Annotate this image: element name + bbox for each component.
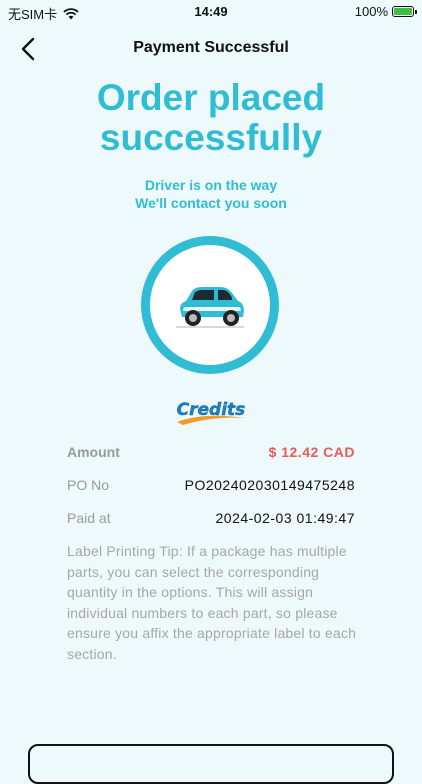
credits-logo: Credits [173, 398, 249, 433]
amount-row: Amount $ 12.42 CAD [67, 444, 355, 464]
paid-row: Paid at 2024-02-03 01:49:47 [67, 510, 355, 530]
car-icon [176, 287, 244, 328]
status-right: 100% [354, 4, 417, 19]
amount-value: $ 12.42 CAD [268, 444, 355, 460]
amount-label: Amount [67, 444, 120, 460]
label-printing-tip: Label Printing Tip: If a package has mul… [67, 543, 357, 662]
po-value: PO202402030149475248 [184, 477, 355, 493]
po-row: PO No PO202402030149475248 [67, 477, 355, 497]
battery-percent: 100% [354, 4, 388, 19]
po-label: PO No [67, 477, 110, 493]
svg-text:Credits: Credits [177, 400, 246, 420]
car-illustration-ring [141, 236, 279, 374]
success-headline: Order placed successfully [0, 78, 422, 158]
paid-label: Paid at [67, 510, 111, 526]
nav-bar: Payment Successful [0, 32, 422, 66]
contact-text: We'll contact you soon [135, 195, 287, 211]
bottom-action-button[interactable] [28, 744, 394, 784]
paid-value: 2024-02-03 01:49:47 [215, 510, 355, 526]
headline-line-2: successfully [99, 117, 323, 158]
headline-line-1: Order placed [96, 77, 326, 118]
status-bar: 无SIM卡 14:49 100% [0, 0, 422, 24]
page-title: Payment Successful [133, 39, 289, 56]
driver-status-text: Driver is on the way [144, 177, 278, 193]
battery-icon [392, 6, 417, 17]
